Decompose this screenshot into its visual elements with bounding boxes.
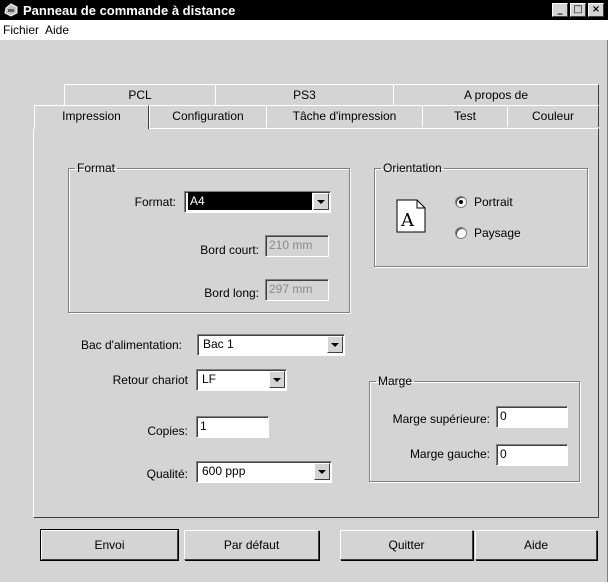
menu-bar: Fichier Aide	[0, 20, 608, 40]
help-button[interactable]: Aide	[475, 530, 597, 560]
chevron-down-icon[interactable]	[313, 193, 329, 210]
landscape-radio[interactable]	[455, 227, 467, 239]
printer-icon	[4, 3, 18, 17]
tray-label: Bac d'alimentation:	[80, 338, 182, 352]
title-bar[interactable]: Panneau de commande à distance _ □ ×	[0, 0, 608, 20]
tab-test[interactable]: Test	[422, 105, 508, 127]
top-margin-label: Marge supérieure:	[392, 412, 490, 426]
format-group-legend: Format	[77, 161, 116, 175]
format-select[interactable]: A4	[184, 191, 331, 213]
window-title: Panneau de commande à distance	[23, 2, 236, 18]
portrait-page-icon: A	[396, 199, 426, 233]
tab-print-job[interactable]: Tâche d'impression	[266, 105, 423, 127]
menu-help[interactable]: Aide	[42, 23, 72, 37]
left-margin-field[interactable]: 0	[496, 444, 568, 466]
chevron-down-icon[interactable]	[314, 463, 330, 480]
tab-configuration[interactable]: Configuration	[149, 105, 267, 127]
quality-select[interactable]: 600 ppp	[196, 461, 332, 483]
short-edge-field: 210 mm	[265, 235, 329, 257]
menu-file[interactable]: Fichier	[0, 23, 42, 37]
carriage-return-select[interactable]: LF	[196, 369, 287, 391]
long-edge-field: 297 mm	[265, 279, 329, 301]
close-button[interactable]: ×	[588, 3, 604, 17]
chevron-down-icon[interactable]	[269, 371, 285, 388]
application-window: Panneau de commande à distance _ □ × Fic…	[0, 0, 608, 582]
left-margin-label: Marge gauche:	[409, 447, 490, 461]
maximize-button[interactable]: □	[570, 3, 586, 17]
portrait-radio[interactable]	[455, 196, 467, 208]
default-button[interactable]: Par défaut	[184, 530, 319, 560]
orientation-group-legend: Orientation	[383, 161, 442, 175]
quality-select-value: 600 ppp	[202, 464, 246, 478]
quit-button[interactable]: Quitter	[340, 530, 473, 560]
tab-ps3[interactable]: PS3	[215, 84, 394, 106]
carriage-return-label: Retour chariot	[112, 373, 188, 387]
tray-select[interactable]: Bac 1	[197, 334, 345, 356]
portrait-page-letter: A	[400, 210, 415, 231]
format-label: Format:	[134, 195, 176, 209]
tab-couleur[interactable]: Couleur	[507, 105, 599, 127]
copies-field[interactable]: 1	[196, 416, 269, 438]
top-margin-field[interactable]: 0	[496, 406, 568, 428]
format-select-value: A4	[188, 192, 312, 210]
impression-panel: Format Format: A4 Bord court: 210 mm Bor…	[33, 128, 599, 518]
send-button[interactable]: Envoi	[40, 529, 179, 561]
copies-label: Copies:	[147, 424, 188, 438]
minimize-button[interactable]: _	[552, 3, 568, 17]
margin-group-legend: Marge	[378, 374, 413, 388]
quality-label: Qualité:	[146, 467, 188, 481]
long-edge-label: Bord long:	[204, 286, 259, 300]
landscape-label[interactable]: Paysage	[474, 226, 521, 240]
tab-impression[interactable]: Impression	[34, 105, 149, 129]
tab-about[interactable]: A propos de	[393, 84, 599, 106]
chevron-down-icon[interactable]	[327, 336, 343, 353]
tray-select-value: Bac 1	[203, 337, 234, 351]
tab-pcl[interactable]: PCL	[64, 84, 216, 106]
portrait-label[interactable]: Portrait	[474, 195, 513, 209]
short-edge-label: Bord court:	[200, 243, 259, 257]
